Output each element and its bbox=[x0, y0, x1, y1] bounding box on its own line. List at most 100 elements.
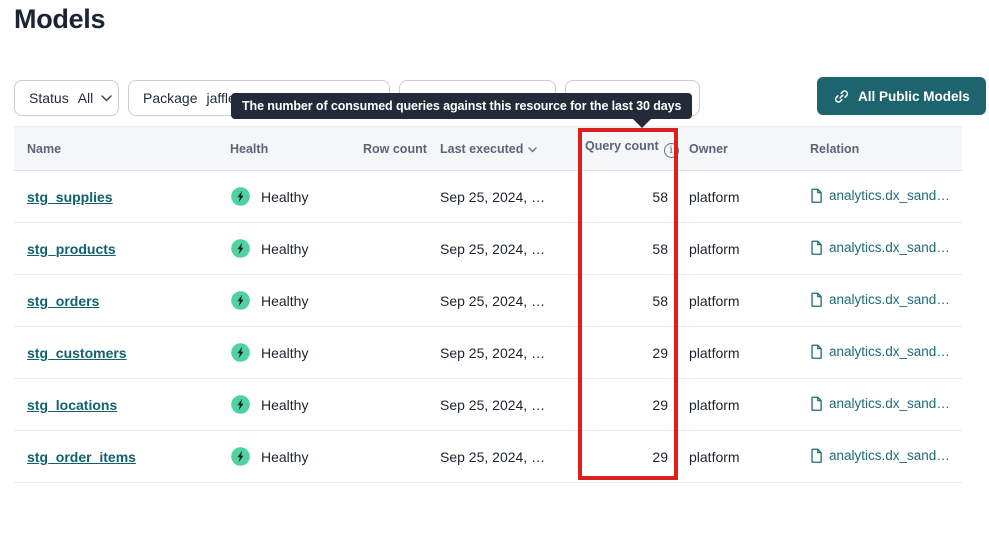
row-count-cell bbox=[363, 327, 440, 379]
model-name-link[interactable]: stg_orders bbox=[27, 293, 99, 309]
relation-text: analytics.dx_sand… bbox=[829, 448, 950, 463]
column-header-relation: Relation bbox=[810, 127, 962, 171]
health-cell: Healthy bbox=[230, 327, 363, 379]
health-label: Healthy bbox=[261, 241, 308, 257]
chevron-down-icon bbox=[101, 95, 112, 102]
sort-chevron-icon bbox=[528, 142, 537, 156]
document-icon bbox=[810, 292, 823, 307]
column-header-last-executed[interactable]: Last executed bbox=[440, 127, 585, 171]
relation-cell: analytics.dx_sand… bbox=[810, 275, 962, 327]
model-name-link[interactable]: stg_products bbox=[27, 241, 116, 257]
link-icon bbox=[833, 88, 850, 105]
page-title: Models bbox=[14, 4, 105, 35]
models-page: Models Status All Package jaffle_ bbox=[0, 0, 989, 536]
all-public-models-button[interactable]: All Public Models bbox=[817, 77, 986, 115]
healthy-bolt-icon bbox=[230, 290, 251, 311]
relation-text: analytics.dx_sand… bbox=[829, 396, 950, 411]
document-icon bbox=[810, 188, 823, 203]
row-count-cell bbox=[363, 223, 440, 275]
owner-cell: platform bbox=[677, 431, 810, 483]
table-row: stg_order_items Healthy Sep 25, 2024, …29p… bbox=[14, 431, 962, 483]
relation-cell: analytics.dx_sand… bbox=[810, 171, 962, 223]
column-header-owner: Owner bbox=[677, 127, 810, 171]
last-executed-cell: Sep 25, 2024, … bbox=[440, 171, 585, 223]
relation-link[interactable]: analytics.dx_sand… bbox=[810, 344, 950, 359]
relation-text: analytics.dx_sand… bbox=[829, 344, 950, 359]
model-name-link[interactable]: stg_supplies bbox=[27, 189, 113, 205]
last-executed-cell: Sep 25, 2024, … bbox=[440, 431, 585, 483]
relation-cell: analytics.dx_sand… bbox=[810, 431, 962, 483]
health-cell: Healthy bbox=[230, 171, 363, 223]
model-name-link[interactable]: stg_locations bbox=[27, 397, 117, 413]
relation-text: analytics.dx_sand… bbox=[829, 240, 950, 255]
model-name-cell: stg_supplies bbox=[14, 171, 230, 223]
row-count-cell bbox=[363, 379, 440, 431]
relation-cell: analytics.dx_sand… bbox=[810, 327, 962, 379]
column-header-health: Health bbox=[230, 127, 363, 171]
table-row: stg_productsHealthySep 25, 2024, …58plat… bbox=[14, 223, 962, 275]
owner-cell: platform bbox=[677, 379, 810, 431]
relation-link[interactable]: analytics.dx_sand… bbox=[810, 188, 950, 203]
row-count-cell bbox=[363, 275, 440, 327]
package-filter-label: Package bbox=[143, 90, 197, 106]
healthy-bolt-icon bbox=[230, 446, 251, 467]
table-header-row: Name Health Row count Last executed Quer… bbox=[14, 127, 962, 171]
relation-text: analytics.dx_sand… bbox=[829, 292, 950, 307]
model-name-cell: stg_locations bbox=[14, 379, 230, 431]
relation-cell: analytics.dx_sand… bbox=[810, 379, 962, 431]
health-label: Healthy bbox=[261, 345, 308, 361]
owner-cell: platform bbox=[677, 171, 810, 223]
document-icon bbox=[810, 448, 823, 463]
status-filter-value: All bbox=[78, 90, 94, 106]
health-label: Healthy bbox=[261, 293, 308, 309]
query-count-cell: 58 bbox=[585, 171, 677, 223]
relation-link[interactable]: analytics.dx_sand… bbox=[810, 448, 950, 463]
healthy-bolt-icon bbox=[230, 186, 251, 207]
row-count-cell bbox=[363, 171, 440, 223]
column-header-query-count: Query counti bbox=[585, 127, 677, 171]
models-table: Name Health Row count Last executed Quer… bbox=[14, 126, 962, 483]
table-row: stg_customers Healthy Sep 25, 2024, …29pla… bbox=[14, 327, 962, 379]
query-count-cell: 29 bbox=[585, 379, 677, 431]
healthy-bolt-icon bbox=[230, 342, 251, 363]
relation-link[interactable]: analytics.dx_sand… bbox=[810, 396, 950, 411]
all-public-models-label: All Public Models bbox=[858, 89, 970, 104]
health-cell: Healthy bbox=[230, 223, 363, 275]
document-icon bbox=[810, 344, 823, 359]
model-name-cell: stg_order_items bbox=[14, 431, 230, 483]
health-label: Healthy bbox=[261, 397, 308, 413]
document-icon bbox=[810, 240, 823, 255]
query-count-cell: 29 bbox=[585, 431, 677, 483]
last-executed-cell: Sep 25, 2024, … bbox=[440, 379, 585, 431]
health-cell: Healthy bbox=[230, 431, 363, 483]
table-row: stg_orders Healthy Sep 25, 2024, …58platfo… bbox=[14, 275, 962, 327]
model-name-cell: stg_orders bbox=[14, 275, 230, 327]
healthy-bolt-icon bbox=[230, 238, 251, 259]
query-count-cell: 58 bbox=[585, 275, 677, 327]
column-header-row-count: Row count bbox=[363, 127, 440, 171]
query-count-cell: 29 bbox=[585, 327, 677, 379]
last-executed-cell: Sep 25, 2024, … bbox=[440, 275, 585, 327]
info-icon[interactable]: i bbox=[664, 143, 679, 158]
status-filter-label: Status bbox=[29, 90, 69, 106]
relation-cell: analytics.dx_sand… bbox=[810, 223, 962, 275]
table-row: stg_supplies Healthy Sep 25, 2024, …58plat… bbox=[14, 171, 962, 223]
health-label: Healthy bbox=[261, 189, 308, 205]
query-count-cell: 58 bbox=[585, 223, 677, 275]
status-filter-dropdown[interactable]: Status All bbox=[14, 80, 119, 116]
healthy-bolt-icon bbox=[230, 394, 251, 415]
owner-cell: platform bbox=[677, 327, 810, 379]
relation-link[interactable]: analytics.dx_sand… bbox=[810, 240, 950, 255]
query-count-tooltip: The number of consumed queries against t… bbox=[231, 93, 692, 119]
tooltip-text: The number of consumed queries against t… bbox=[242, 99, 681, 113]
relation-link[interactable]: analytics.dx_sand… bbox=[810, 292, 950, 307]
model-name-link[interactable]: stg_order_items bbox=[27, 449, 136, 465]
health-cell: Healthy bbox=[230, 379, 363, 431]
model-name-cell: stg_products bbox=[14, 223, 230, 275]
owner-cell: platform bbox=[677, 275, 810, 327]
health-cell: Healthy bbox=[230, 275, 363, 327]
model-name-link[interactable]: stg_customers bbox=[27, 345, 127, 361]
table-row: stg_locations Healthy Sep 25, 2024, …29pla… bbox=[14, 379, 962, 431]
document-icon bbox=[810, 396, 823, 411]
last-executed-cell: Sep 25, 2024, … bbox=[440, 327, 585, 379]
